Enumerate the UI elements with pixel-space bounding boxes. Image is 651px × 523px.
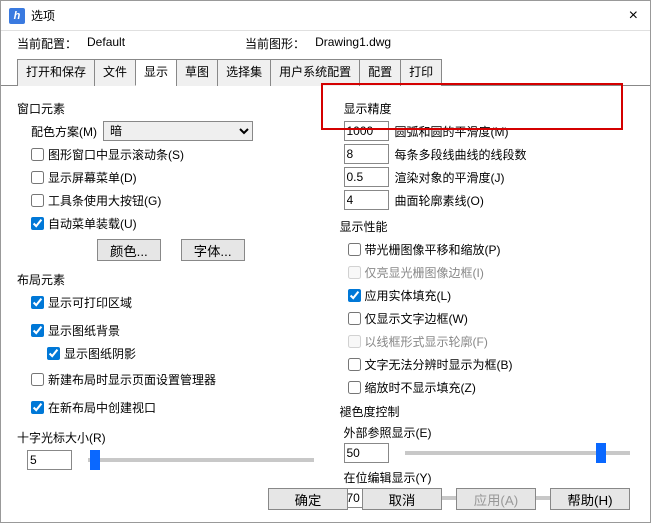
crosshair-label: 十字光标大小(R) bbox=[17, 429, 318, 446]
polyline-seg-input[interactable] bbox=[344, 144, 389, 164]
cb-textframe-label: 仅显示文字边框(W) bbox=[365, 310, 468, 327]
apply-button[interactable]: 应用(A) bbox=[456, 488, 536, 510]
arc-smooth-label: 圆弧和圆的平滑度(M) bbox=[395, 123, 509, 140]
cb-viewport-label: 在新布局中创建视口 bbox=[48, 399, 156, 416]
window-title: 选项 bbox=[31, 7, 625, 24]
color-button[interactable]: 颜色... bbox=[97, 239, 161, 261]
cb-solidfill-label: 应用实体填充(L) bbox=[365, 287, 452, 304]
fade-title: 褪色度控制 bbox=[340, 403, 635, 420]
cb-zoomfill[interactable] bbox=[348, 381, 361, 394]
drawing-label: 当前图形： bbox=[245, 35, 305, 52]
tab-user-prefs[interactable]: 用户系统配置 bbox=[270, 59, 360, 86]
cb-wireframe bbox=[348, 335, 361, 348]
cb-autoload[interactable] bbox=[31, 217, 44, 230]
xref-slider[interactable] bbox=[405, 451, 631, 455]
render-smooth-label: 渲染对象的平滑度(J) bbox=[395, 169, 505, 186]
cb-screenmenu[interactable] bbox=[31, 171, 44, 184]
surface-contour-input[interactable] bbox=[344, 190, 389, 210]
slider-thumb[interactable] bbox=[90, 450, 100, 470]
tab-selection[interactable]: 选择集 bbox=[217, 59, 271, 86]
config-value: Default bbox=[87, 35, 125, 52]
crosshair-slider[interactable] bbox=[88, 458, 314, 462]
surface-contour-label: 曲面轮廓素线(O) bbox=[395, 192, 484, 209]
cb-wireframe-label: 以线框形式显示轮廓(F) bbox=[365, 333, 488, 350]
cb-printable-label: 显示可打印区域 bbox=[48, 294, 132, 311]
precision-title: 显示精度 bbox=[344, 100, 635, 117]
polyline-seg-label: 每条多段线曲线的线段数 bbox=[395, 146, 527, 163]
tab-open-save[interactable]: 打开和保存 bbox=[17, 59, 95, 86]
cb-largebuttons-label: 工具条使用大按钮(G) bbox=[48, 192, 161, 209]
drawing-value: Drawing1.dwg bbox=[315, 35, 391, 52]
cb-raster-label: 带光栅图像平移和缩放(P) bbox=[365, 241, 501, 258]
cb-highlight-label: 仅亮显光栅图像边框(I) bbox=[365, 264, 484, 281]
help-button[interactable]: 帮助(H) bbox=[550, 488, 630, 510]
window-elements-title: 窗口元素 bbox=[17, 100, 318, 117]
cb-screenmenu-label: 显示屏幕菜单(D) bbox=[48, 169, 137, 186]
cb-truetype[interactable] bbox=[348, 358, 361, 371]
font-button[interactable]: 字体... bbox=[181, 239, 245, 261]
tabs: 打开和保存 文件 显示 草图 选择集 用户系统配置 配置 打印 bbox=[1, 58, 650, 86]
tab-display[interactable]: 显示 bbox=[135, 59, 177, 86]
layout-elements-title: 布局元素 bbox=[17, 271, 318, 288]
tab-profiles[interactable]: 配置 bbox=[359, 59, 401, 86]
cb-viewport[interactable] bbox=[31, 401, 44, 414]
cb-papershadow[interactable] bbox=[47, 347, 60, 360]
render-smooth-input[interactable] bbox=[344, 167, 389, 187]
perf-title: 显示性能 bbox=[340, 218, 635, 235]
cb-largebuttons[interactable] bbox=[31, 194, 44, 207]
cb-truetype-label: 文字无法分辨时显示为框(B) bbox=[365, 356, 513, 373]
colorscheme-label: 配色方案(M) bbox=[31, 123, 97, 140]
cb-textframe[interactable] bbox=[348, 312, 361, 325]
config-label: 当前配置： bbox=[17, 35, 77, 52]
cb-pagesetup-label: 新建布局时显示页面设置管理器 bbox=[48, 371, 216, 388]
slider-thumb[interactable] bbox=[596, 443, 606, 463]
ok-button[interactable]: 确定 bbox=[268, 488, 348, 510]
cb-raster[interactable] bbox=[348, 243, 361, 256]
tab-files[interactable]: 文件 bbox=[94, 59, 136, 86]
arc-smooth-input[interactable] bbox=[344, 121, 389, 141]
cb-scrollbar-label: 图形窗口中显示滚动条(S) bbox=[48, 146, 184, 163]
tab-drafting[interactable]: 草图 bbox=[176, 59, 218, 86]
cb-paperbg-label: 显示图纸背景 bbox=[48, 322, 120, 339]
close-icon[interactable]: × bbox=[625, 7, 642, 25]
cb-highlight bbox=[348, 266, 361, 279]
xref-label: 外部参照显示(E) bbox=[334, 424, 635, 441]
cancel-button[interactable]: 取消 bbox=[362, 488, 442, 510]
crosshair-input[interactable] bbox=[27, 450, 72, 470]
cb-solidfill[interactable] bbox=[348, 289, 361, 302]
tab-plot[interactable]: 打印 bbox=[400, 59, 442, 86]
xref-input[interactable] bbox=[344, 443, 389, 463]
cb-papershadow-label: 显示图纸阴影 bbox=[64, 345, 136, 362]
cb-paperbg[interactable] bbox=[31, 324, 44, 337]
cb-scrollbar[interactable] bbox=[31, 148, 44, 161]
cb-autoload-label: 自动菜单装载(U) bbox=[48, 215, 137, 232]
app-icon: h bbox=[9, 8, 25, 24]
cb-printable[interactable] bbox=[31, 296, 44, 309]
cb-pagesetup[interactable] bbox=[31, 373, 44, 386]
cb-zoomfill-label: 缩放时不显示填充(Z) bbox=[365, 379, 476, 396]
colorscheme-select[interactable]: 暗 bbox=[103, 121, 253, 141]
